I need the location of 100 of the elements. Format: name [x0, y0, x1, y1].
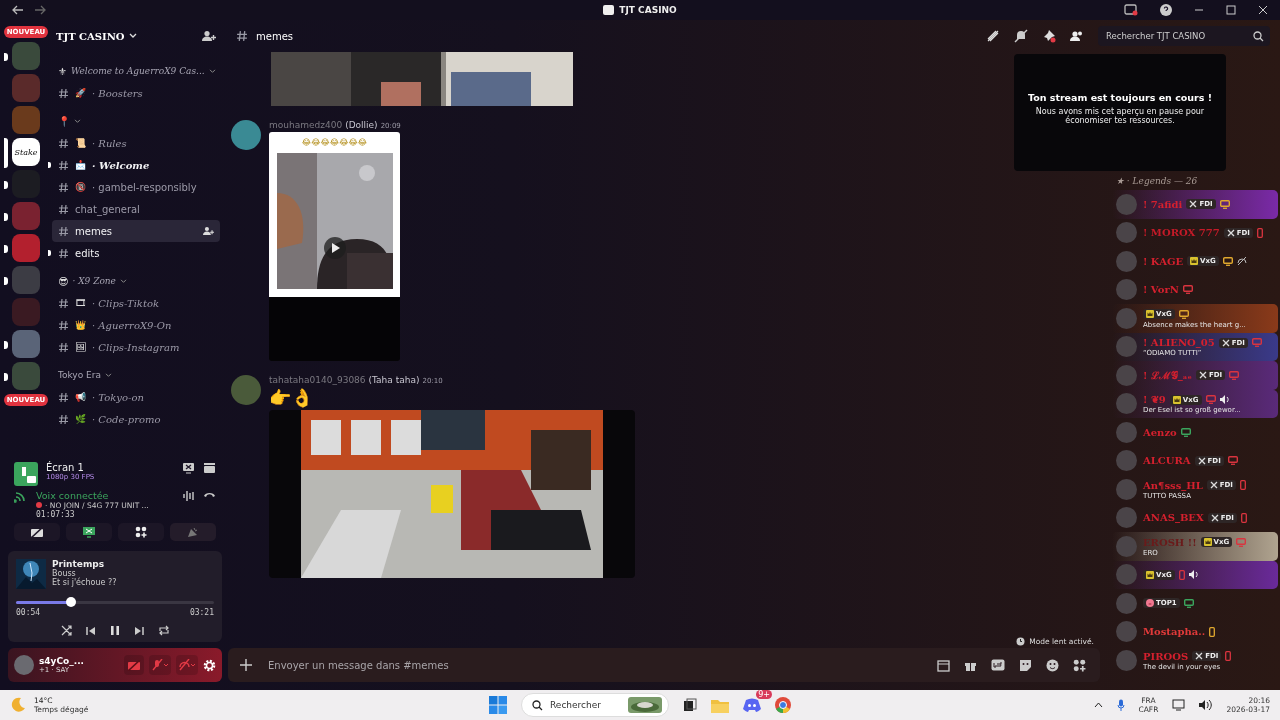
user-avatar: [1116, 307, 1137, 329]
unread-indicator: [4, 341, 8, 349]
crown-icon: [1203, 538, 1212, 547]
signal-icon[interactable]: [14, 490, 28, 503]
calendar-icon[interactable]: [937, 658, 950, 672]
audio-waves-icon[interactable]: [183, 490, 195, 502]
channel-item[interactable]: edits: [52, 242, 220, 264]
server-name[interactable]: TJT CASINO: [56, 30, 125, 42]
settings-icon[interactable]: [203, 658, 216, 672]
close-icon[interactable]: [1258, 5, 1268, 15]
pin-icon[interactable]: [1042, 29, 1056, 43]
message-input[interactable]: Envoyer un message dans #memes: [266, 658, 923, 672]
hash-icon: [58, 137, 69, 149]
emoji-icon[interactable]: [1046, 658, 1059, 672]
nickname: (Dollie): [345, 120, 378, 130]
user-avatar: [1116, 393, 1137, 415]
message-author[interactable]: mouhamedz400: [269, 120, 343, 130]
mute-button[interactable]: [149, 655, 171, 675]
clapper-icon[interactable]: [203, 462, 216, 474]
speaker-icon: [1188, 570, 1199, 580]
hash-icon: [58, 319, 69, 331]
unread-indicator: [4, 181, 8, 189]
next-icon[interactable]: [133, 625, 144, 636]
voice-status[interactable]: Voix connectée: [36, 490, 149, 501]
member-item[interactable]: Mostapha..: [1112, 617, 1278, 646]
composer-bar[interactable]: Envoyer un message dans #memes: [228, 648, 1100, 682]
chevron-up-icon[interactable]: [1093, 702, 1103, 708]
start-icon[interactable]: [489, 696, 507, 714]
threads-icon[interactable]: [986, 29, 1000, 43]
members-icon[interactable]: [1070, 30, 1084, 42]
notice-body: Nous avons mis cet aperçu en pause pour économiser tes ressources.: [1034, 107, 1206, 125]
user-avatar[interactable]: [231, 120, 261, 150]
crown-icon: [1146, 310, 1154, 319]
user-avatar: [1116, 193, 1137, 215]
search-field[interactable]: Rechercher TJT CASINO: [1104, 30, 1253, 42]
gif-icon[interactable]: [991, 659, 1005, 671]
channel-emoji: 🌿: [75, 414, 86, 424]
channel-item[interactable]: 🚀 · Boosters: [52, 82, 220, 104]
play-icon[interactable]: [323, 237, 346, 259]
bell-off-icon[interactable]: [1014, 29, 1028, 43]
username[interactable]: s4yCo_...: [39, 656, 85, 666]
member-name: ANAS_BEX: [1143, 512, 1204, 524]
category-name[interactable]: Welcome to AguerroX9 Cas...: [70, 66, 205, 76]
headphones-off-icon: [179, 659, 195, 671]
apps-icon[interactable]: [1073, 658, 1086, 672]
category-name[interactable]: Tokyo Era: [58, 370, 101, 380]
video-card[interactable]: 😂😂😂😂😂😂😂: [269, 132, 400, 297]
volume-icon[interactable]: [1199, 699, 1213, 711]
category-name[interactable]: · X9 Zone: [72, 276, 116, 286]
help-icon[interactable]: [1160, 4, 1172, 16]
channel-item[interactable]: 👑 · AguerroX9-On: [52, 314, 220, 336]
video-player[interactable]: [269, 410, 635, 578]
previous-icon[interactable]: [85, 625, 96, 636]
hash-icon: [58, 203, 69, 215]
browser-icon[interactable]: [775, 697, 791, 713]
camera-button[interactable]: [14, 523, 60, 541]
channel-item[interactable]: 📢 · Tokyo-on: [52, 386, 220, 408]
swords-icon: [1197, 456, 1206, 465]
track-album: Et si j'échoue ??: [52, 578, 117, 587]
add-user-icon[interactable]: [203, 226, 214, 236]
sticker-icon[interactable]: [1019, 658, 1032, 672]
progress-handle[interactable]: [66, 597, 77, 607]
pause-icon[interactable]: [109, 625, 120, 636]
shuffle-icon[interactable]: [60, 625, 72, 636]
task-view-icon[interactable]: [683, 698, 697, 712]
channel-item[interactable]: 🔞 · gambel-responsibly: [52, 176, 220, 198]
server-button[interactable]: Stake: [12, 138, 40, 166]
add-user-icon[interactable]: [202, 30, 216, 42]
forward-icon[interactable]: [34, 5, 46, 15]
message-author[interactable]: tahataha0140_93086: [269, 375, 366, 385]
microphone-icon[interactable]: [1116, 699, 1125, 711]
user-avatar[interactable]: [14, 655, 34, 675]
chat-app-icon[interactable]: [743, 698, 761, 712]
soundboard-button[interactable]: [170, 523, 216, 541]
server-button[interactable]: [12, 330, 40, 358]
back-icon[interactable]: [12, 5, 24, 15]
search-box[interactable]: Rechercher: [521, 693, 669, 717]
server-button[interactable]: [12, 234, 40, 262]
channel-item[interactable]: 🖼 · Clips-Instagram: [52, 336, 220, 358]
repeat-icon[interactable]: [157, 625, 170, 636]
channel-item[interactable]: 📩 · Welcome: [52, 154, 220, 176]
search-box[interactable]: Rechercher TJT CASINO: [1098, 26, 1270, 46]
maximize-icon[interactable]: [1226, 5, 1236, 15]
channel-item[interactable]: 🌿 · Code-promo: [52, 408, 220, 430]
taskbar-search[interactable]: Rechercher: [548, 699, 623, 711]
share-screen-button[interactable]: [66, 523, 112, 541]
hang-up-icon[interactable]: [203, 490, 216, 498]
add-icon[interactable]: [240, 659, 252, 671]
channel-item[interactable]: 🎞 · Clips-Tiktok: [52, 292, 220, 314]
user-avatar[interactable]: [231, 375, 261, 405]
stop-stream-icon[interactable]: [182, 462, 195, 474]
member-name: Aenzo: [1143, 426, 1177, 438]
inbox-icon[interactable]: [1124, 4, 1138, 16]
activities-button[interactable]: [118, 523, 164, 541]
channel-item[interactable]: memes: [52, 220, 220, 242]
network-icon[interactable]: [1172, 699, 1186, 711]
pig-icon: [1146, 599, 1154, 608]
channel-item[interactable]: 📜 · Rules: [52, 132, 220, 154]
deafen-button[interactable]: [176, 655, 198, 675]
channel-item[interactable]: chat_general: [52, 198, 220, 220]
